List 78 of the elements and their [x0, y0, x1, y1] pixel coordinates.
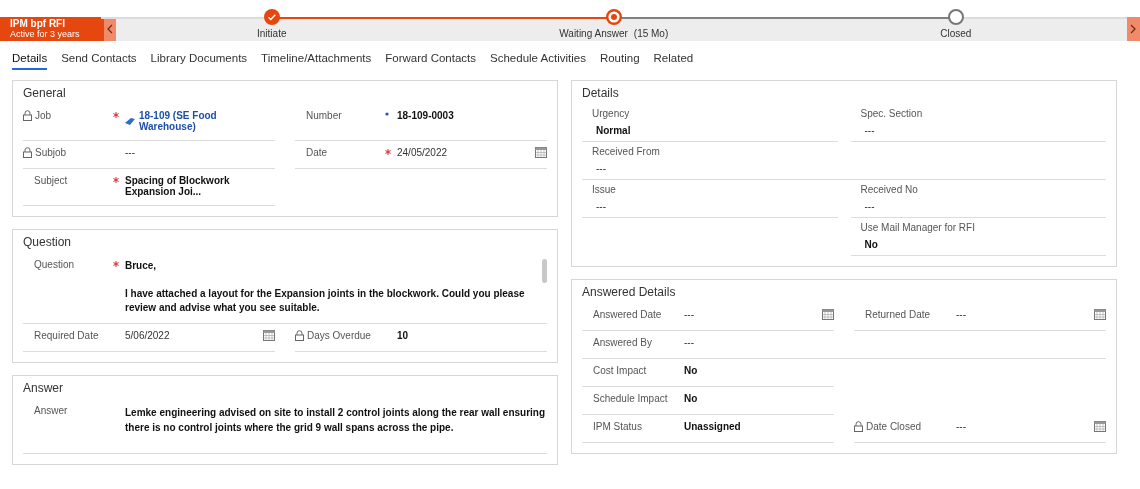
question-text[interactable]: Bruce, I have attached a layout for the Expansion joints in the blockwork. Could you please review and advise what you see suitable.	[125, 259, 536, 315]
field-value[interactable]: No	[860, 239, 1096, 250]
process-duration: Active for 3 years	[10, 29, 81, 40]
field-value[interactable]: Spacing of Blockwork Expansion Joi...	[125, 175, 275, 197]
field-value[interactable]: No	[684, 393, 834, 404]
field-label: Urgency	[592, 108, 630, 119]
field-value[interactable]: ---	[860, 125, 1096, 136]
tab[interactable]: Related	[653, 52, 694, 70]
field-label: Number	[306, 110, 342, 121]
field-label: IPM Status	[593, 421, 642, 432]
tab[interactable]: Routing	[599, 52, 640, 70]
chevron-right-icon	[1130, 24, 1137, 34]
calendar-icon[interactable]	[822, 309, 834, 320]
stage-duration: (15 Mo)	[633, 28, 669, 41]
field-label: Answered By	[593, 337, 652, 348]
field-label: Cost Impact	[593, 365, 647, 376]
field-value[interactable]: ---	[956, 421, 1088, 432]
tab[interactable]: Schedule Activities	[490, 52, 586, 70]
field-label: Subjob	[35, 147, 67, 158]
field-label: Received From	[592, 146, 660, 157]
calendar-icon[interactable]	[263, 330, 275, 341]
process-badge[interactable]: IPM bpf RFI Active for 3 years	[0, 17, 105, 41]
field-value[interactable]: ---	[125, 147, 275, 158]
previous-stage-button[interactable]	[104, 17, 116, 41]
calendar-icon[interactable]	[535, 147, 547, 158]
section-title: Details	[582, 86, 620, 100]
process-name: IPM bpf RFI	[10, 18, 66, 29]
section-title: Question	[23, 235, 73, 249]
field-label: Question	[34, 259, 75, 270]
field-label: Received No	[860, 184, 918, 195]
chevron-left-icon	[107, 24, 114, 34]
section-title: Answered Details	[582, 285, 677, 299]
field-label: Answer	[34, 405, 68, 416]
field-value[interactable]: Normal	[592, 125, 828, 136]
field-value[interactable]: Unassigned	[684, 421, 834, 432]
field-value[interactable]: ---	[592, 163, 1096, 174]
stage-label[interactable]: Waiting Answer	[559, 28, 628, 41]
field-value[interactable]: ---	[684, 337, 1106, 348]
field-value[interactable]: 24/05/2022	[397, 147, 529, 158]
section-title: Answer	[23, 381, 64, 395]
stage-label[interactable]: Initiate	[257, 28, 287, 41]
tab[interactable]: Library Documents	[150, 52, 248, 70]
job-link[interactable]: 18-109 (SE Food Warehouse)	[125, 110, 275, 132]
pending-stage-icon[interactable]	[947, 9, 964, 25]
tab[interactable]: Send Contacts	[61, 52, 137, 70]
field-label: Returned Date	[865, 309, 931, 320]
tab[interactable]: Timeline/Attachments	[261, 52, 372, 70]
field-label: Subject	[34, 175, 68, 186]
stage-label[interactable]: Closed	[940, 28, 972, 41]
job-icon	[125, 116, 135, 126]
field-label: Use Mail Manager for RFI	[860, 222, 975, 233]
next-stage-button[interactable]	[1126, 17, 1140, 41]
field-label: Schedule Impact	[593, 393, 668, 404]
check-icon[interactable]	[263, 9, 280, 25]
calendar-icon[interactable]	[1094, 421, 1106, 432]
field-label: Date Closed	[866, 421, 922, 432]
field-label: Answered Date	[593, 309, 662, 320]
field-label: Date	[306, 147, 328, 158]
field-label: Job	[35, 110, 52, 121]
section-title: General	[23, 86, 67, 100]
field-value[interactable]: ---	[684, 309, 816, 320]
field-label: Issue	[592, 184, 616, 195]
calendar-icon[interactable]	[1094, 309, 1106, 320]
field-label: Spec. Section	[860, 108, 923, 119]
field-value[interactable]: 10	[397, 330, 547, 341]
field-value[interactable]: ---	[592, 201, 828, 212]
field-value[interactable]: 18-109-0003	[397, 110, 547, 121]
field-value[interactable]: 5/06/2022	[125, 330, 257, 341]
answer-text[interactable]: Lemke engineering advised on site to install 2 control joints along the rear wall ensuring there is no control joints where the grid 9 wall spans across the pipe.	[125, 405, 547, 445]
tab[interactable]: Forward Contacts	[385, 52, 477, 70]
field-value[interactable]: No	[684, 365, 834, 376]
scrollbar[interactable]	[542, 259, 547, 283]
tab[interactable]: Details	[12, 52, 48, 70]
field-value[interactable]: ---	[956, 309, 1088, 320]
current-stage-icon[interactable]	[605, 9, 622, 25]
field-label: Days Overdue	[307, 330, 371, 341]
field-label: Required Date	[34, 330, 99, 341]
field-value[interactable]: ---	[860, 201, 1096, 212]
